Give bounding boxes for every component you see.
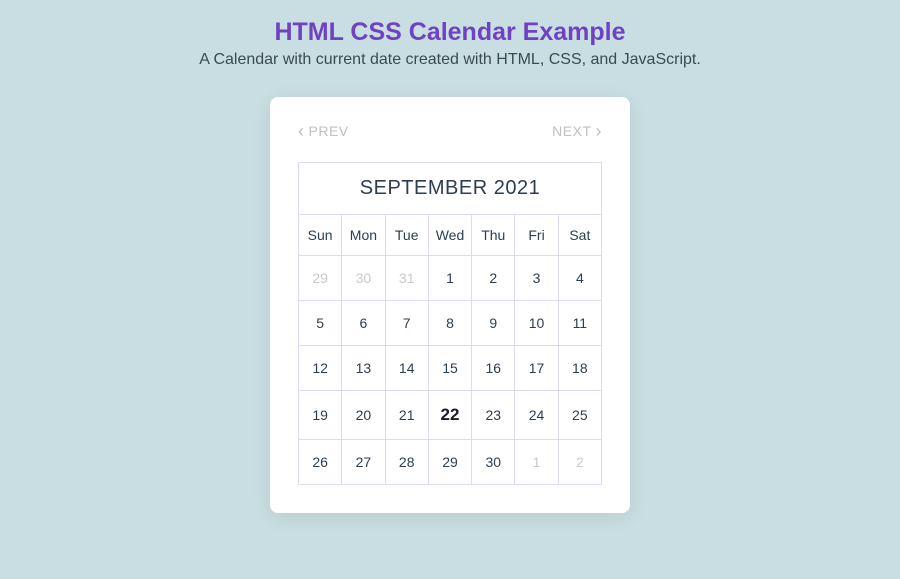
month-year-header: SEPTEMBER 2021 (299, 163, 602, 215)
day-header: Sat (558, 215, 601, 256)
calendar-day[interactable]: 15 (428, 346, 471, 391)
calendar-table: SEPTEMBER 2021 SunMonTueWedThuFriSat 293… (298, 162, 602, 485)
calendar-day[interactable]: 28 (385, 440, 428, 485)
day-header: Thu (472, 215, 515, 256)
day-headers-row: SunMonTueWedThuFriSat (299, 215, 602, 256)
calendar-day[interactable]: 26 (299, 440, 342, 485)
calendar-day[interactable]: 2 (558, 440, 601, 485)
calendar-day[interactable]: 17 (515, 346, 558, 391)
day-header: Mon (342, 215, 385, 256)
calendar-day[interactable]: 20 (342, 391, 385, 440)
prev-month-button[interactable]: ‹ PREV (298, 122, 349, 140)
calendar-day[interactable]: 23 (472, 391, 515, 440)
calendar-day[interactable]: 9 (472, 301, 515, 346)
chevron-right-icon: › (596, 122, 603, 140)
chevron-left-icon: ‹ (298, 122, 305, 140)
day-header: Sun (299, 215, 342, 256)
calendar-day[interactable]: 25 (558, 391, 601, 440)
calendar-day[interactable]: 30 (472, 440, 515, 485)
calendar-day[interactable]: 12 (299, 346, 342, 391)
calendar-week-row: 12131415161718 (299, 346, 602, 391)
page-title: HTML CSS Calendar Example (274, 18, 625, 47)
calendar-day[interactable]: 30 (342, 256, 385, 301)
calendar-day[interactable]: 5 (299, 301, 342, 346)
calendar-day[interactable]: 1 (428, 256, 471, 301)
calendar-day[interactable]: 14 (385, 346, 428, 391)
next-label: NEXT (552, 123, 591, 139)
calendar-day[interactable]: 13 (342, 346, 385, 391)
calendar-day-today[interactable]: 22 (428, 391, 471, 440)
calendar-day[interactable]: 1 (515, 440, 558, 485)
next-month-button[interactable]: NEXT › (552, 122, 602, 140)
calendar-day[interactable]: 4 (558, 256, 601, 301)
day-header: Wed (428, 215, 471, 256)
day-header: Tue (385, 215, 428, 256)
calendar-nav: ‹ PREV NEXT › (298, 122, 602, 140)
calendar-week-row: 19202122232425 (299, 391, 602, 440)
calendar-day[interactable]: 21 (385, 391, 428, 440)
day-header: Fri (515, 215, 558, 256)
calendar-day[interactable]: 6 (342, 301, 385, 346)
calendar-day[interactable]: 11 (558, 301, 601, 346)
calendar-day[interactable]: 10 (515, 301, 558, 346)
calendar-day[interactable]: 24 (515, 391, 558, 440)
calendar-card: ‹ PREV NEXT › SEPTEMBER 2021 SunMonTueWe… (270, 97, 630, 513)
calendar-day[interactable]: 19 (299, 391, 342, 440)
calendar-week-row: 262728293012 (299, 440, 602, 485)
calendar-week-row: 2930311234 (299, 256, 602, 301)
calendar-day[interactable]: 7 (385, 301, 428, 346)
calendar-day[interactable]: 2 (472, 256, 515, 301)
calendar-day[interactable]: 29 (299, 256, 342, 301)
calendar-day[interactable]: 16 (472, 346, 515, 391)
calendar-week-row: 567891011 (299, 301, 602, 346)
calendar-day[interactable]: 29 (428, 440, 471, 485)
calendar-day[interactable]: 31 (385, 256, 428, 301)
calendar-day[interactable]: 8 (428, 301, 471, 346)
calendar-day[interactable]: 27 (342, 440, 385, 485)
prev-label: PREV (309, 123, 349, 139)
calendar-day[interactable]: 3 (515, 256, 558, 301)
calendar-day[interactable]: 18 (558, 346, 601, 391)
page-subtitle: A Calendar with current date created wit… (199, 51, 701, 69)
